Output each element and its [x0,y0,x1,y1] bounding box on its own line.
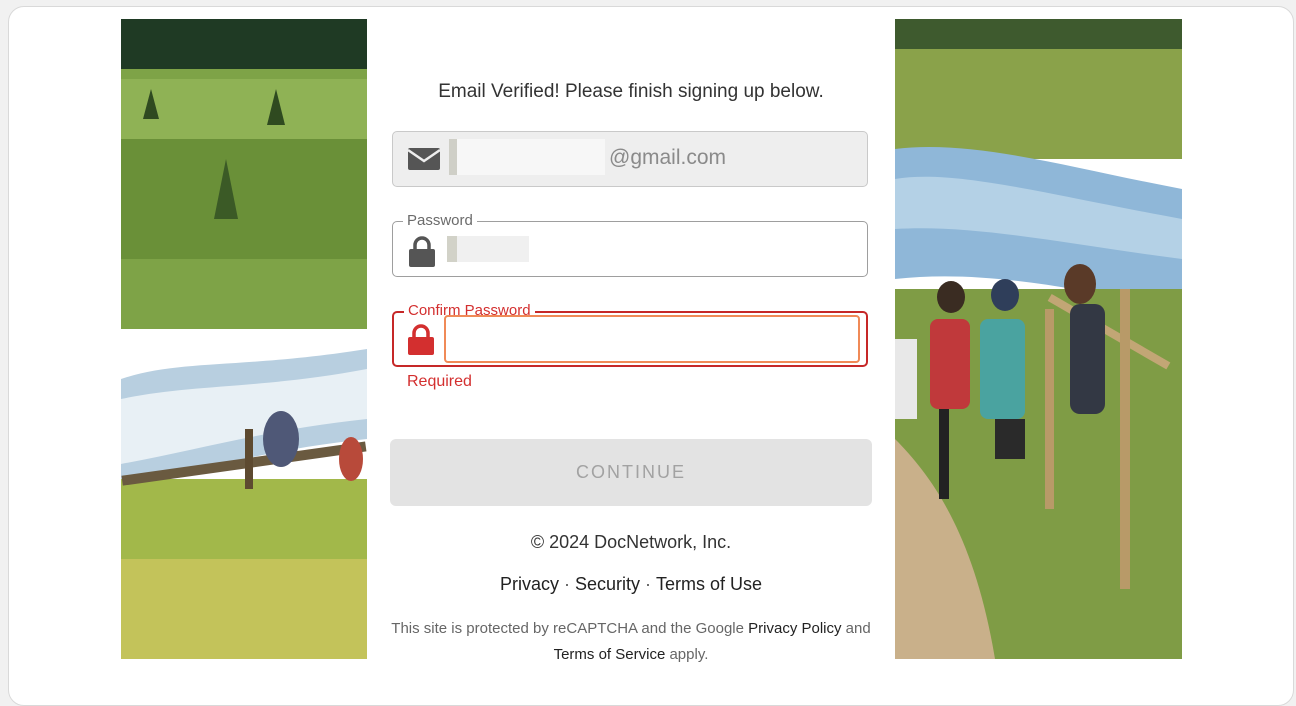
link-separator: · [563,574,570,594]
email-redacted-region [449,139,605,175]
recaptcha-text: This site is protected by reCAPTCHA and … [391,620,744,637]
password-redacted-region [457,236,529,262]
email-value: @gmail.com [609,146,727,169]
terms-of-use-link[interactable]: Terms of Use [656,574,762,594]
recaptcha-apply: apply. [669,646,709,663]
copyright-text: © 2024 DocNetwork, Inc. [530,532,732,552]
confirm-password-field[interactable]: Confirm Password [392,302,868,367]
link-separator: · [645,574,651,594]
continue-button[interactable]: CONTINUE [390,439,872,506]
text-cursor-highlight [449,139,457,175]
signup-panel: Email Verified! Please finish signing up… [367,19,895,663]
page-heading: Email Verified! Please finish signing up… [438,81,824,102]
confirm-password-error: Required [407,373,472,390]
lock-icon-error [406,324,436,361]
footer-links: Privacy · Security · Terms of Use [367,574,895,595]
recaptcha-notice: This site is protected by reCAPTCHA and … [377,616,885,668]
confirm-password-input[interactable] [444,315,860,363]
recaptcha-and: and [845,620,871,637]
privacy-link[interactable]: Privacy [500,574,559,594]
email-field: @gmail.com [392,131,868,187]
password-masked-value [447,236,457,262]
password-field[interactable]: Password [392,212,868,277]
google-terms-of-service-link[interactable]: Terms of Service [554,646,666,663]
background-photo-right [895,19,1182,659]
page-frame: Email Verified! Please finish signing up… [8,6,1294,706]
security-link[interactable]: Security [575,574,640,594]
lock-icon [407,236,437,273]
password-label: Password [403,212,477,230]
google-privacy-policy-link[interactable]: Privacy Policy [748,620,841,637]
background-photo-left [121,19,367,659]
envelope-icon [407,146,441,177]
